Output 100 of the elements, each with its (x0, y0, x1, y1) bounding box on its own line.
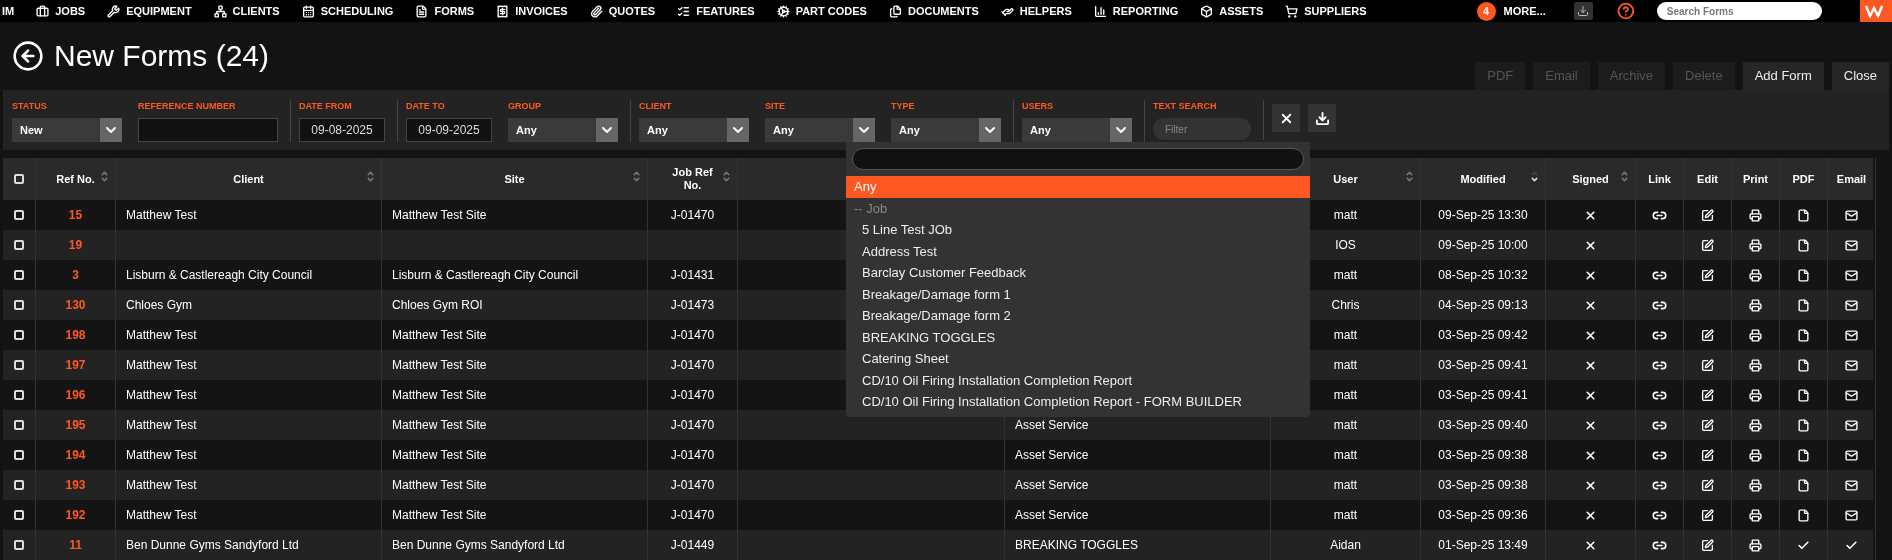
nav-link[interactable]: CLIENTS (213, 2, 280, 20)
ref-link[interactable]: 192 (65, 506, 86, 524)
row-checkbox[interactable] (14, 360, 24, 370)
column-header[interactable]: Signed (1572, 172, 1609, 186)
date-field[interactable]: 09-08-2025 (299, 118, 385, 142)
dropdown-option[interactable]: Catering Sheet (846, 348, 1310, 370)
dropdown-option[interactable]: Address Test (846, 240, 1310, 262)
pdf-file-icon[interactable] (1797, 238, 1810, 252)
row-checkbox[interactable] (14, 540, 24, 550)
ref-link[interactable]: 195 (65, 416, 86, 434)
ref-link[interactable]: 130 (65, 296, 86, 314)
envelope-icon[interactable] (1845, 208, 1858, 222)
back-icon[interactable] (12, 40, 44, 72)
edit-icon[interactable] (1701, 388, 1714, 402)
edit-icon[interactable] (1701, 508, 1714, 522)
ref-link[interactable]: 3 (72, 266, 79, 284)
select-field[interactable]: Any (1022, 118, 1132, 142)
nav-link[interactable]: FEATURES (677, 2, 755, 20)
nav-link[interactable]: DOCUMENTS (888, 2, 979, 20)
row-checkbox[interactable] (14, 480, 24, 490)
dropdown-option[interactable]: Breakage/Damage form 2 (846, 305, 1310, 327)
ref-link[interactable]: 11 (69, 536, 82, 554)
row-checkbox[interactable] (14, 300, 24, 310)
nav-link[interactable]: IM (2, 2, 15, 20)
print-icon[interactable] (1749, 268, 1762, 282)
nav-link[interactable]: JOBS (36, 2, 86, 20)
select-field[interactable]: Any (891, 118, 1001, 142)
dropdown-option[interactable]: 5 Line Test JOb (846, 219, 1310, 241)
edit-icon[interactable] (1701, 478, 1714, 492)
select-field[interactable]: Any (508, 118, 618, 142)
envelope-icon[interactable] (1845, 448, 1858, 462)
row-checkbox[interactable] (14, 390, 24, 400)
column-header[interactable]: Client (233, 172, 264, 186)
dropdown-option[interactable]: CD/10 Oil Firing Installation Completion Report - FORM BUILDER (846, 391, 1310, 413)
print-icon[interactable] (1749, 388, 1762, 402)
edit-icon[interactable] (1701, 268, 1714, 282)
help-icon[interactable] (1617, 0, 1635, 22)
column-header[interactable]: Job Ref No. (662, 166, 723, 192)
print-icon[interactable] (1749, 448, 1762, 462)
edit-icon[interactable] (1701, 448, 1714, 462)
edit-icon[interactable] (1701, 358, 1714, 372)
pdf-file-icon[interactable] (1797, 418, 1810, 432)
edit-icon[interactable] (1701, 208, 1714, 222)
print-icon[interactable] (1749, 208, 1762, 222)
nav-link[interactable]: INVOICES (496, 2, 568, 20)
print-icon[interactable] (1749, 328, 1762, 342)
pdf-file-icon[interactable] (1797, 388, 1810, 402)
ref-link[interactable]: 19 (68, 236, 83, 254)
row-checkbox[interactable] (14, 210, 24, 220)
row-checkbox[interactable] (14, 510, 24, 520)
dropdown-search-field[interactable] (852, 148, 1304, 170)
pdf-file-icon[interactable] (1797, 448, 1810, 462)
print-icon[interactable] (1749, 238, 1762, 252)
pdf-file-icon[interactable] (1797, 268, 1810, 282)
nav-link[interactable]: EQUIPMENT (107, 2, 192, 20)
sort-icon[interactable] (1530, 169, 1539, 184)
row-checkbox[interactable] (14, 270, 24, 280)
envelope-icon[interactable] (1845, 478, 1858, 492)
dropdown-option[interactable]: CD/10 Oil Firing Installation Completion Report (846, 369, 1310, 391)
ref-link[interactable]: 198 (65, 326, 86, 344)
select-field[interactable]: Any (639, 118, 749, 142)
row-checkbox[interactable] (14, 420, 24, 430)
action-tab[interactable]: Close (1831, 62, 1889, 90)
envelope-icon[interactable] (1845, 418, 1858, 432)
action-tab[interactable]: Add Form (1742, 62, 1824, 90)
ref-link[interactable]: 197 (65, 356, 86, 374)
nav-link[interactable]: REPORTING (1093, 2, 1179, 20)
select-all-checkbox[interactable] (14, 174, 24, 184)
envelope-icon[interactable] (1845, 508, 1858, 522)
date-field[interactable]: 09-09-2025 (406, 118, 492, 142)
column-header[interactable]: Site (504, 172, 525, 186)
ref-link[interactable]: 196 (65, 386, 86, 404)
column-header[interactable]: Edit (1697, 172, 1718, 186)
print-icon[interactable] (1749, 358, 1762, 372)
print-icon[interactable] (1749, 418, 1762, 432)
column-header[interactable]: Link (1648, 172, 1671, 186)
nav-link[interactable]: SCHEDULING (301, 2, 394, 20)
pdf-file-icon[interactable] (1797, 328, 1810, 342)
edit-icon[interactable] (1701, 418, 1714, 432)
column-header[interactable]: User (1333, 172, 1358, 186)
nav-link[interactable]: QUOTES (589, 2, 656, 20)
row-checkbox[interactable] (14, 450, 24, 460)
dropdown-option[interactable]: Breakage/Damage form 1 (846, 283, 1310, 305)
pdf-file-icon[interactable] (1797, 478, 1810, 492)
envelope-icon[interactable] (1845, 268, 1858, 282)
column-header[interactable]: Ref No. (56, 172, 95, 186)
ref-link[interactable]: 15 (68, 206, 83, 224)
print-icon[interactable] (1749, 478, 1762, 492)
envelope-icon[interactable] (1845, 358, 1858, 372)
export-button[interactable] (1308, 104, 1336, 132)
envelope-icon[interactable] (1845, 388, 1858, 402)
print-icon[interactable] (1749, 538, 1762, 552)
pdf-file-icon[interactable] (1797, 508, 1810, 522)
dropdown-option[interactable]: Barclay Customer Feedback (846, 262, 1310, 284)
envelope-icon[interactable] (1845, 328, 1858, 342)
more-link[interactable]: MORE... (1503, 2, 1546, 20)
envelope-icon[interactable] (1845, 238, 1858, 252)
print-icon[interactable] (1749, 298, 1762, 312)
search-field[interactable]: Filter (1153, 118, 1251, 140)
nav-link[interactable]: PART CODES (776, 2, 867, 20)
